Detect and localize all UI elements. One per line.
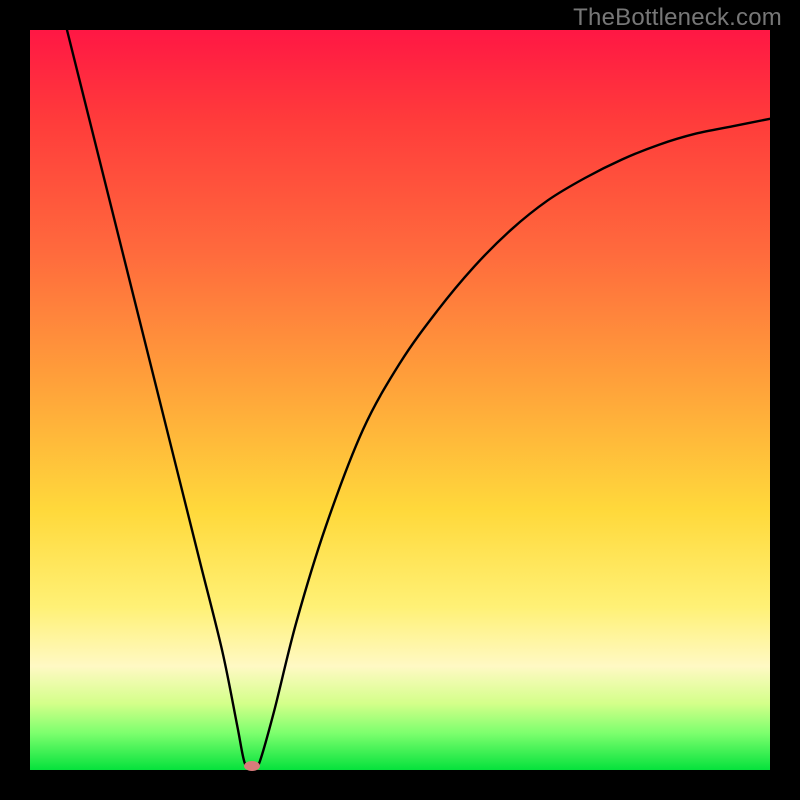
watermark-text: TheBottleneck.com	[573, 4, 782, 32]
chart-frame: TheBottleneck.com	[0, 0, 800, 800]
bottleneck-curve	[30, 30, 770, 770]
minimum-marker	[244, 761, 260, 771]
